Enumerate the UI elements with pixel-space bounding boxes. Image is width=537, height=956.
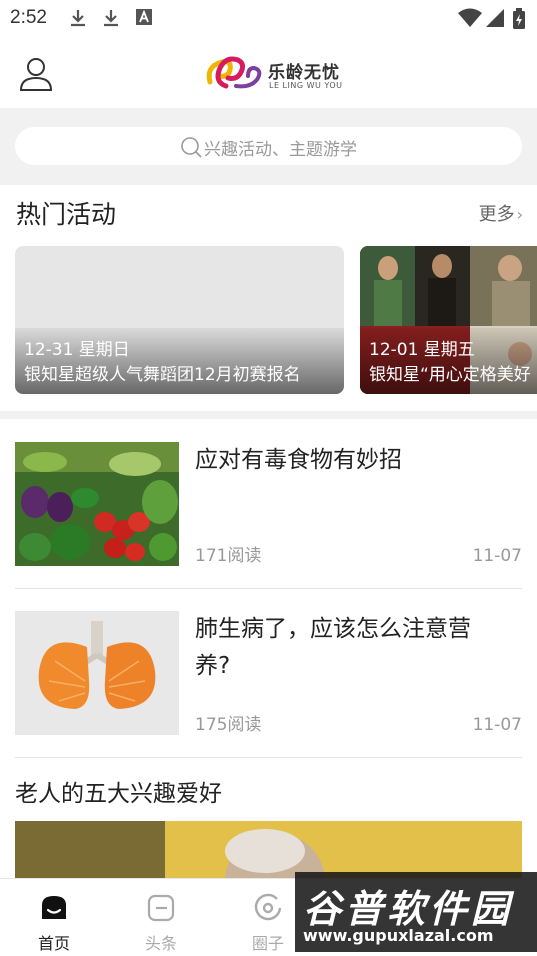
card-title: 银知星“用心定格美好 xyxy=(369,365,531,385)
nav-tab-headlines[interactable]: 头条 xyxy=(121,879,201,953)
card-date: 12-31 星期日 xyxy=(24,340,130,360)
search-input[interactable]: 兴趣活动、主题游学 xyxy=(15,127,522,165)
article-date: 11-07 xyxy=(472,546,522,566)
article-item[interactable]: 应对有毒食物有妙招 171阅读 11-07 xyxy=(15,442,522,566)
activity-card[interactable]: 12-31 星期日 银知星超级人气舞蹈团12月初赛报名 xyxy=(15,246,344,394)
activity-card[interactable]: 12-01 星期五 银知星“用心定格美好 xyxy=(360,246,537,394)
search-icon xyxy=(181,137,202,158)
section-title-hot-activities: 热门活动 xyxy=(16,200,117,229)
article-reads: 175阅读 xyxy=(195,715,262,735)
article-thumbnail xyxy=(15,442,179,566)
profile-button[interactable] xyxy=(16,54,56,94)
home-icon xyxy=(42,896,66,919)
search-placeholder: 兴趣活动、主题游学 xyxy=(204,140,357,160)
news-icon xyxy=(147,894,175,922)
article-title: 肺生病了，应该怎么注意营养? xyxy=(195,616,471,679)
logo-mark xyxy=(206,56,262,89)
battery-charging-icon xyxy=(513,8,525,29)
article-item[interactable]: 肺生病了，应该怎么注意营养? 175阅读 11-07 xyxy=(15,611,522,735)
logo-subtext: LE LING WU YOU xyxy=(269,81,343,90)
section-divider xyxy=(0,411,537,419)
nav-tab-home[interactable]: 首页 xyxy=(14,879,94,953)
more-link[interactable]: 更多 › xyxy=(479,200,523,226)
lungs-orange-photo xyxy=(15,611,179,735)
wifi-icon xyxy=(458,8,482,27)
app-header: 乐龄无忧 LE LING WU YOU xyxy=(0,36,537,108)
search-area: 兴趣活动、主题游学 xyxy=(0,108,537,185)
chevron-right-icon: › xyxy=(516,205,523,224)
article-title: 应对有毒食物有妙招 xyxy=(195,447,402,473)
circle-icon xyxy=(254,893,282,921)
status-bar: 2:52 xyxy=(0,0,537,36)
article-date: 11-07 xyxy=(472,715,522,735)
watermark: 谷普软件园 www.gupuxlazal.com xyxy=(295,872,537,952)
signal-icon xyxy=(486,9,504,27)
status-time: 2:52 xyxy=(10,7,47,28)
list-divider xyxy=(15,588,522,589)
logo-text: 乐龄无忧 xyxy=(268,63,340,83)
nav-label: 头条 xyxy=(144,934,177,953)
watermark-text: 谷普软件园 xyxy=(303,887,514,931)
user-icon xyxy=(19,58,53,91)
nav-label: 首页 xyxy=(37,934,70,953)
watermark-url: www.gupuxlazal.com xyxy=(303,926,494,945)
list-divider xyxy=(15,757,522,758)
more-label: 更多 xyxy=(478,204,515,225)
download-icon xyxy=(104,10,118,27)
vegetables-photo xyxy=(15,442,179,566)
font-icon xyxy=(136,9,152,25)
article-reads: 171阅读 xyxy=(195,546,262,566)
card-title: 银知星超级人气舞蹈团12月初赛报名 xyxy=(24,365,301,385)
app-logo: 乐龄无忧 LE LING WU YOU xyxy=(206,52,346,94)
download-icon xyxy=(71,10,85,27)
card-date: 12-01 星期五 xyxy=(369,340,475,360)
feature-article-title[interactable]: 老人的五大兴趣爱好 xyxy=(15,774,222,808)
article-thumbnail xyxy=(15,611,179,735)
